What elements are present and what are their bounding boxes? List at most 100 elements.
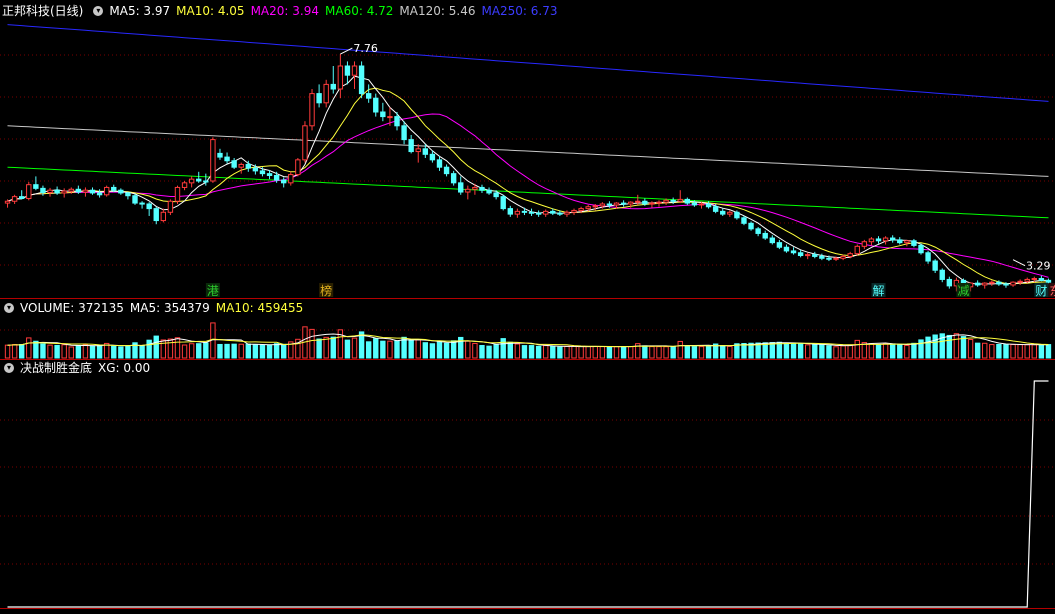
volume-bar	[967, 339, 974, 359]
candle-body	[840, 255, 846, 259]
candle-body	[330, 83, 336, 90]
volume-bar	[996, 343, 1002, 359]
volume-bar	[146, 339, 152, 359]
candle-body	[111, 186, 117, 191]
volume-bar	[974, 342, 981, 359]
candle-body	[238, 163, 244, 168]
volume-bar	[606, 346, 613, 359]
volume-bar	[330, 336, 336, 359]
candle-body	[203, 180, 209, 183]
candle-body	[932, 260, 938, 271]
volume-bar	[535, 345, 542, 359]
volume-bar	[911, 342, 917, 359]
volume-bar	[153, 335, 159, 359]
candle-body	[1024, 278, 1030, 282]
candle-body	[769, 237, 775, 244]
volume-bar	[486, 345, 492, 359]
volume-bar	[507, 341, 513, 359]
volume-bar	[167, 338, 174, 359]
candle-body	[231, 160, 237, 168]
candle-body	[380, 111, 386, 118]
candle-body	[698, 203, 705, 206]
candle-body	[684, 198, 691, 204]
candle-body	[748, 222, 754, 230]
volume-bar	[47, 344, 53, 359]
volume-bar	[26, 337, 32, 359]
candle-body	[790, 250, 797, 254]
volume-bar	[564, 345, 570, 359]
volume-bar	[203, 342, 209, 359]
volume-bar	[592, 346, 598, 359]
candle-body	[918, 244, 924, 254]
volume-bar	[882, 343, 889, 359]
candle-body	[996, 281, 1002, 285]
candle-body	[401, 125, 407, 141]
xg-signal-line	[7, 380, 1049, 608]
candle-body	[889, 237, 896, 241]
volume-bar	[422, 342, 429, 359]
candle-body	[19, 196, 25, 199]
candle-body	[96, 192, 103, 196]
candle-body	[408, 139, 414, 153]
candle-body	[188, 178, 195, 184]
candle-body	[649, 202, 655, 205]
volume-bar	[925, 336, 931, 359]
volume-bar	[889, 344, 896, 359]
candle-body	[252, 167, 259, 172]
volume-bar	[790, 343, 797, 359]
volume-bar	[897, 343, 903, 359]
candle-body	[564, 211, 570, 215]
volume-bar	[273, 343, 280, 359]
volume-bar	[578, 345, 584, 359]
candle-body	[47, 189, 53, 193]
candle-body	[309, 93, 315, 127]
candle-body	[365, 93, 372, 99]
candle-body	[925, 252, 931, 262]
volume-bar	[380, 340, 386, 359]
candle-body	[663, 199, 669, 203]
volume-bar	[125, 345, 131, 359]
candle-body	[642, 200, 648, 205]
volume-bar	[550, 345, 556, 359]
candle-body	[394, 116, 400, 127]
candle-body	[210, 139, 216, 182]
volume-bar	[118, 346, 124, 359]
candle-body	[415, 148, 421, 153]
candle-body	[450, 173, 457, 184]
volume-bar	[96, 344, 103, 359]
candle-body	[805, 254, 811, 257]
candle-body	[373, 97, 379, 113]
candle-body	[939, 269, 945, 280]
volume-bar	[1045, 344, 1052, 359]
volume-bar	[245, 343, 251, 359]
volume-bar	[408, 339, 414, 359]
volume-bar	[89, 345, 96, 359]
candle-body	[40, 187, 46, 194]
volume-bar	[982, 342, 988, 359]
volume-bar	[571, 345, 577, 359]
candle-body	[316, 93, 322, 104]
volume-bar	[450, 340, 457, 359]
candle-body	[68, 188, 74, 192]
candle-body	[259, 170, 266, 175]
volume-bar	[217, 343, 223, 359]
candle-body	[54, 189, 60, 194]
volume-bar	[904, 344, 910, 359]
volume-bar	[40, 343, 46, 359]
candle-body	[443, 166, 450, 175]
candle-body	[160, 211, 167, 222]
ma10-line	[7, 87, 1049, 285]
candle-body	[627, 201, 634, 205]
candle-body	[26, 184, 32, 199]
volume-bar	[868, 343, 875, 359]
volume-bar	[344, 339, 351, 359]
candle-body	[833, 257, 839, 260]
kline-chart[interactable]: 7.76 3.29 港 榜 解 减 财东	[0, 0, 1055, 614]
volume-bar	[238, 343, 244, 359]
volume-bar	[493, 344, 499, 359]
volume-bar	[33, 340, 39, 359]
candle-body	[486, 189, 492, 194]
candle-body	[946, 278, 953, 287]
candle-body	[266, 173, 273, 176]
candle-body	[783, 246, 790, 252]
